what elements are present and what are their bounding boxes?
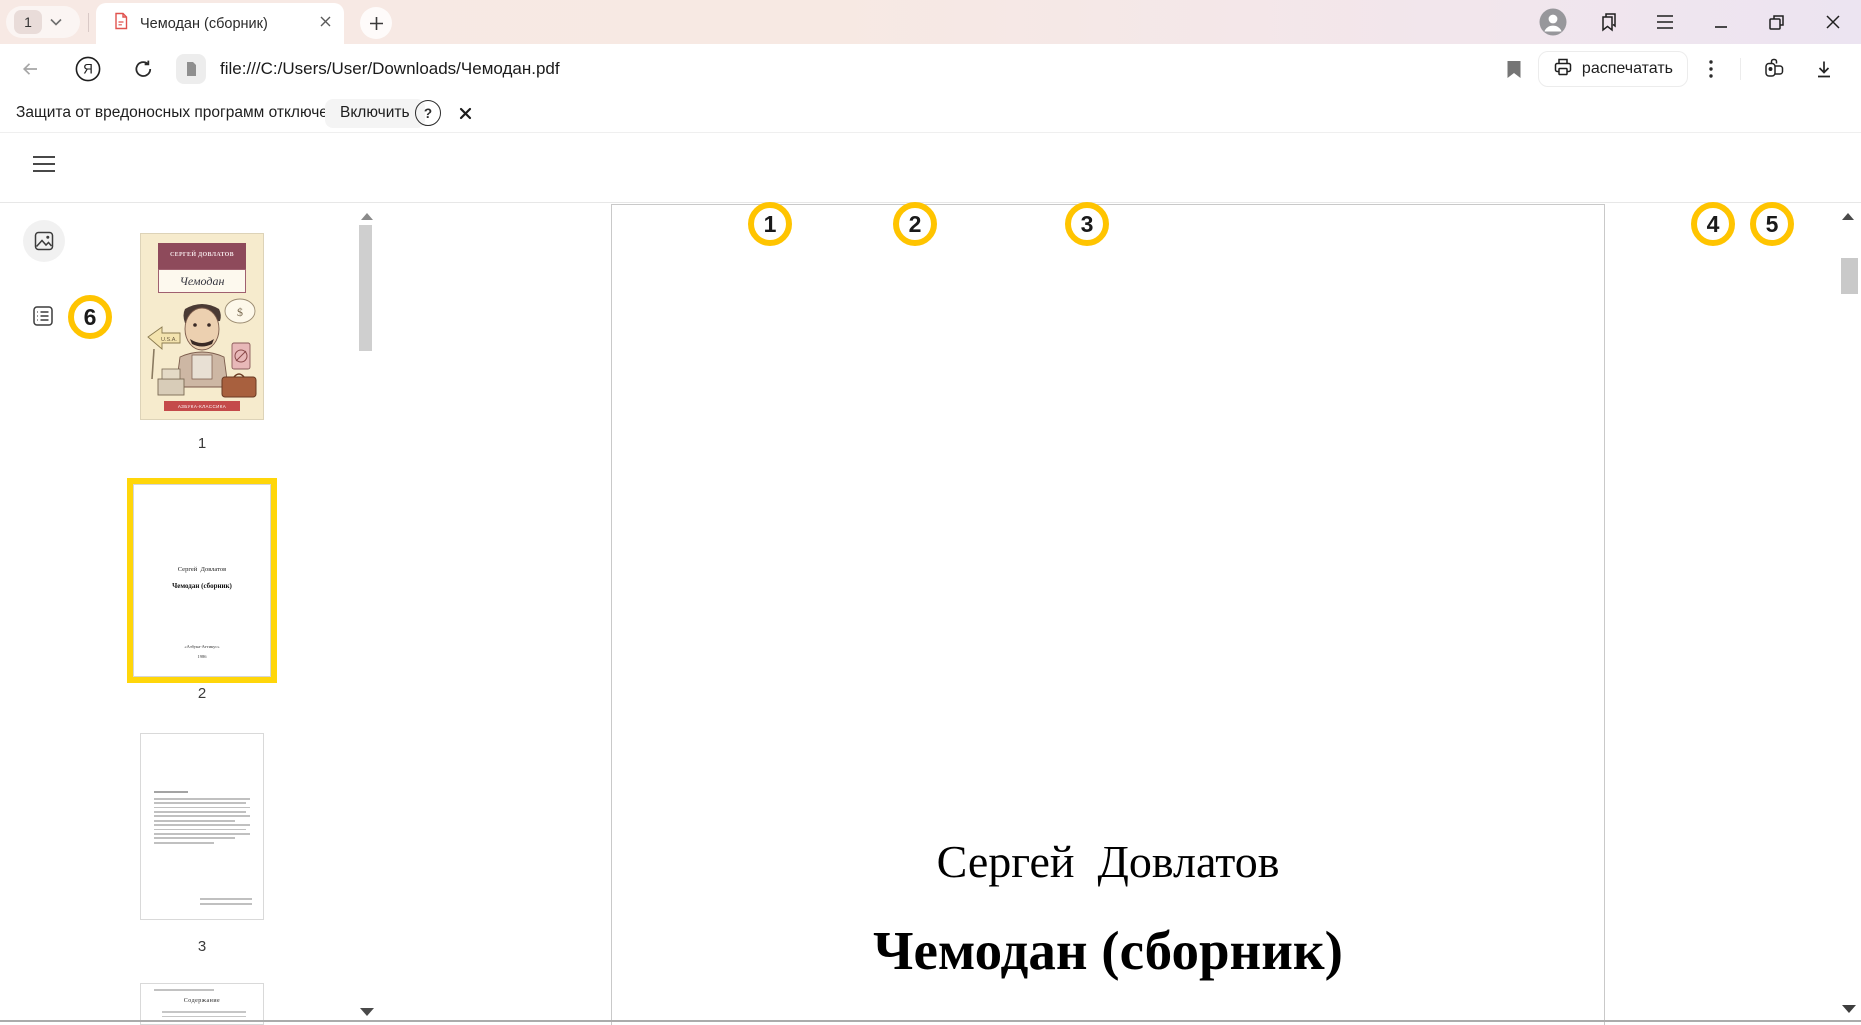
main-scroll-up-arrow[interactable] xyxy=(1842,213,1854,220)
pdf-toolbar: Чемодан (сборник) 2 / 21 100% xyxy=(0,133,1861,203)
tab-close-icon[interactable] xyxy=(319,15,332,33)
notification-message: Защита от вредоносных программ отключена xyxy=(16,104,345,122)
annotation-4: 4 xyxy=(1691,202,1735,246)
print-button-label: распечатать xyxy=(1582,60,1673,78)
annotation-3: 3 xyxy=(1065,202,1109,246)
thumb-scroll-down-arrow[interactable] xyxy=(360,1008,374,1016)
thumb3-text-lines xyxy=(154,791,250,846)
downloads-icon[interactable] xyxy=(1801,59,1847,80)
thumbnail-2-number: 2 xyxy=(140,685,264,702)
printer-icon xyxy=(1553,57,1573,82)
thumb2-title: Чемодан (сборник) xyxy=(133,582,271,590)
browser-menu-icon[interactable] xyxy=(1637,0,1693,44)
tab-group-count: 1 xyxy=(14,10,42,34)
cover-author-band: СЕРГЕЙ ДОВЛАТОВ xyxy=(158,243,246,269)
cover-series-band: АЗБУКА-КЛАССИКА xyxy=(164,401,240,411)
thumbnail-page-1[interactable]: СЕРГЕЙ ДОВЛАТОВ Чемодан $ U.S.A. xyxy=(140,233,264,420)
svg-text:U.S.A.: U.S.A. xyxy=(161,337,177,343)
sidebar-menu-icon[interactable] xyxy=(30,155,58,173)
bookmark-icon[interactable] xyxy=(1494,60,1534,79)
tab-separator xyxy=(88,13,89,32)
tab-bar: 1 Чемодан (сборник) xyxy=(0,0,1861,44)
thumb3-copyright-lines xyxy=(200,898,252,908)
main-scrollbar-thumb[interactable] xyxy=(1841,258,1858,294)
security-notification-bar: Защита от вредоносных программ отключена… xyxy=(0,94,1861,133)
thumb2-author: Сергей Довлатов xyxy=(133,566,271,573)
enable-protection-button[interactable]: Включить xyxy=(325,99,425,128)
cover-author-text: СЕРГЕЙ ДОВЛАТОВ xyxy=(162,252,242,260)
yandex-icon[interactable]: Я xyxy=(60,56,116,82)
tab-active[interactable]: Чемодан (сборник) xyxy=(96,3,344,44)
thumbnail-page-3[interactable] xyxy=(140,733,264,920)
main-scroll-down-arrow[interactable] xyxy=(1842,1005,1856,1013)
page-actions-dots-icon[interactable] xyxy=(1692,60,1730,78)
annotation-5: 5 xyxy=(1750,202,1794,246)
svg-text:Я: Я xyxy=(83,62,93,77)
contents-view-icon[interactable] xyxy=(31,304,55,328)
svg-text:$: $ xyxy=(237,305,243,319)
page-file-icon[interactable] xyxy=(176,54,206,84)
reload-icon[interactable] xyxy=(116,59,170,80)
thumbnail-page-2-selected[interactable]: Сергей Довлатов Чемодан (сборник) «Азбук… xyxy=(127,478,277,683)
address-bar: Я file:///C:/Users/User/Downloads/Чемода… xyxy=(0,44,1861,94)
tab-title: Чемодан (сборник) xyxy=(140,16,309,32)
chevron-down-icon xyxy=(50,13,62,31)
toolbar-separator xyxy=(1740,58,1741,80)
notification-close-icon[interactable] xyxy=(455,107,475,120)
new-tab-button[interactable] xyxy=(360,7,392,39)
window-bottom-edge xyxy=(0,1020,1861,1022)
thumbnail-3-number: 3 xyxy=(140,938,264,955)
thumb-scrollbar-thumb[interactable] xyxy=(359,225,372,351)
thumb4-heading: Содержание xyxy=(140,998,264,1004)
pdf-content-area: СЕРГЕЙ ДОВЛАТОВ Чемодан $ U.S.A. xyxy=(0,203,1861,1025)
minimize-button[interactable] xyxy=(1693,0,1749,44)
thumbnail-page-4[interactable]: Содержание xyxy=(140,983,264,1025)
document-title: Чемодан (сборник) xyxy=(612,919,1604,982)
browser-window: 1 Чемодан (сборник) xyxy=(0,0,1861,1025)
cover-title-text: Чемодан xyxy=(180,274,225,289)
restore-button[interactable] xyxy=(1749,0,1805,44)
annotation-1: 1 xyxy=(748,202,792,246)
cover-title-box: Чемодан xyxy=(158,269,246,293)
thumbnails-view-icon[interactable] xyxy=(23,220,65,262)
tab-group-selector[interactable]: 1 xyxy=(6,6,80,38)
cover-illustration: $ U.S.A. xyxy=(140,295,264,405)
document-author: Сергей Довлатов xyxy=(612,835,1604,888)
back-icon[interactable] xyxy=(0,59,60,79)
annotation-6: 6 xyxy=(68,295,112,339)
password-manager-icon[interactable] xyxy=(1751,58,1797,80)
profile-avatar[interactable] xyxy=(1525,0,1581,44)
thumb-scroll-up-arrow[interactable] xyxy=(361,213,373,220)
thumb2-year: 1986 xyxy=(133,654,271,659)
pdf-file-icon xyxy=(112,12,130,35)
close-window-button[interactable] xyxy=(1805,0,1861,44)
pdf-page-2: Сергей Довлатов Чемодан (сборник) xyxy=(611,204,1605,1025)
collections-icon[interactable] xyxy=(1581,0,1637,44)
annotation-2: 2 xyxy=(893,202,937,246)
thumb2-publisher: «Азбука-Аттикус» xyxy=(133,644,271,649)
thumb4-toc-lines xyxy=(162,1011,246,1025)
url-text[interactable]: file:///C:/Users/User/Downloads/Чемодан.… xyxy=(220,59,560,79)
print-button[interactable]: распечатать xyxy=(1538,51,1688,87)
thumbnail-1-number: 1 xyxy=(140,435,264,452)
help-icon[interactable]: ? xyxy=(415,100,441,126)
